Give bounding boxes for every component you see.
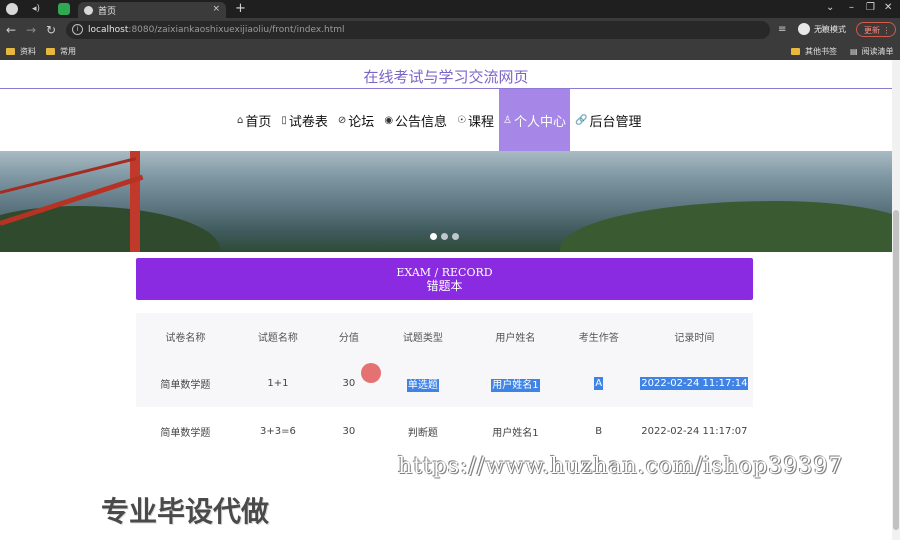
folder-icon [6,47,15,55]
table-row[interactable]: 简单数学题 1+1 30 单选题 用户姓名1 A 2022-02-24 11:1… [136,359,753,407]
site-info-icon[interactable]: i [72,24,83,35]
page-scrollbar[interactable] [892,60,900,540]
reading-list-icon[interactable]: ≡ [778,23,786,37]
new-tab-button[interactable]: + [235,1,246,16]
nav-home[interactable]: ⌂ 首页 [232,89,276,151]
minimize-button[interactable]: – [849,2,854,13]
nav-announcements[interactable]: ◉ 公告信息 [379,89,452,151]
column-header: 分值 [338,332,359,344]
selected-text: 单选题 [406,378,439,392]
main-nav: ⌂ 首页 ▯ 试卷表 ⊘ 论坛 ◉ 公告信息 ☉ 课程 ♙ 个人中心 🔗 后台管理 [232,89,647,151]
site-title: 在线考试与学习交流网页 [363,68,529,86]
carousel-dot[interactable] [452,233,459,240]
nav-forum[interactable]: ⊘ 论坛 [333,89,379,151]
table-cell: 用户姓名1 [469,407,562,455]
scrollbar-thumb[interactable] [893,210,899,530]
bridge-tower [130,151,140,252]
tab-search-icon[interactable]: ⌄ [826,2,834,13]
globe-icon [84,5,93,15]
selected-text: A [594,376,604,390]
forward-arrow-icon[interactable]: → [26,23,36,37]
user-icon: ♙ [503,114,513,126]
forum-icon: ⊘ [337,114,347,126]
incognito-profile[interactable]: 无痕模式 [798,23,846,35]
incognito-icon [798,23,810,35]
promo-text: 专业毕设代做 [101,495,270,528]
section-header: EXAM / RECORD 错题本 [136,258,753,300]
carousel-dot[interactable] [441,233,448,240]
bookmark-folder-other[interactable]: 其他书签 [791,45,837,57]
nav-personal-center[interactable]: ♙ 个人中心 [499,89,571,151]
folder-icon [791,47,800,55]
tab-title: 首页 [98,6,117,17]
wrong-answer-table: 试卷名称 试题名称 分值 试题类型 用户姓名 考生作答 记录时间 简单数学题 1… [136,313,753,455]
reload-icon[interactable]: ↻ [46,23,56,37]
folder-icon [46,47,55,55]
table-cell: 单选题 [377,359,470,407]
table-cell: 用户姓名1 [469,359,562,407]
table-cell: B [561,407,636,455]
paper-icon: ▯ [281,114,287,126]
nav-admin[interactable]: 🔗 后台管理 [570,89,646,151]
browser-tab-bar: ◂) 首页 × + ⌄ – ❐ ✕ [0,0,900,18]
banner-shrubs [560,201,892,252]
reading-list-button[interactable]: ▤ 阅读清单 [850,45,894,57]
update-button[interactable]: 更新 ⋮ [856,22,896,37]
announcement-icon: ◉ [384,114,394,126]
web-page: 在线考试与学习交流网页 ⌂ 首页 ▯ 试卷表 ⊘ 论坛 ◉ 公告信息 ☉ 课程 ♙ 个人中心… [0,60,892,540]
column-header: 试题类型 [402,332,443,344]
address-bar[interactable]: i localhost:8080/zaixiankaoshixuexijiaol… [66,21,828,39]
table-row[interactable]: 简单数学题 3+3=6 30 判断题 用户姓名1 B 2022-02-24 11… [136,407,753,455]
table-cell: 2022-02-24 11:17:14 [636,359,753,407]
close-window-button[interactable]: ✕ [884,2,892,13]
column-header: 试题名称 [257,332,298,344]
selected-text: 2022-02-24 11:17:14 [640,376,749,390]
table-header-row: 试卷名称 试题名称 分值 试题类型 用户姓名 考生作答 记录时间 [136,313,753,359]
pinned-tab-media-icon[interactable]: ◂) [32,3,44,15]
mouse-cursor-highlight [361,363,381,383]
table-cell: A [562,359,636,407]
browser-toolbar: ← → ↻ i localhost:8080/zaixiankaoshixuex… [0,18,900,42]
bookmarks-bar: 资料 常用 其他书签 ▤ 阅读清单 [0,42,900,60]
back-arrow-icon[interactable]: ← [6,23,16,37]
table-cell: 判断题 [376,407,470,455]
selected-text: 用户姓名1 [491,378,540,392]
table-cell: 3+3=6 [234,407,322,455]
tab-active[interactable]: 首页 × [78,2,226,18]
carousel-indicators [430,233,459,240]
section-title-zh: 错题本 [426,279,463,293]
column-header: 试卷名称 [165,332,206,344]
table-cell: 30 [321,407,377,455]
nav-courses[interactable]: ☉ 课程 [452,89,499,151]
table-cell: 1+1 [267,377,289,389]
column-header: 用户姓名 [495,332,536,344]
maximize-button[interactable]: ❐ [866,2,875,13]
course-icon: ☉ [457,114,467,126]
column-header: 考生作答 [578,332,619,344]
bookmark-folder-changyong[interactable]: 常用 [46,45,76,57]
nav-papers[interactable]: ▯ 试卷表 [276,89,333,151]
carousel-banner[interactable] [0,151,892,252]
column-header: 记录时间 [674,332,715,344]
section-title-en: EXAM / RECORD [396,266,493,279]
bookmark-folder-ziliao[interactable]: 资料 [6,45,36,57]
home-icon: ⌂ [237,114,244,126]
watermark-url: https://www.huzhan.com/ishop39397 [398,454,844,479]
table-cell: 2022-02-24 11:17:07 [635,407,753,455]
pinned-tab-sheets-icon[interactable] [58,3,70,15]
url-text[interactable]: localhost:8080/zaixiankaoshixuexijiaoliu… [88,23,345,37]
link-icon: 🔗 [575,114,588,126]
tab-close-icon[interactable]: × [212,4,220,14]
table-cell: 简单数学题 [160,379,211,391]
table-cell: 简单数学题 [136,407,235,455]
carousel-dot[interactable] [430,233,437,240]
reading-list-icon: ▤ [850,46,858,56]
pinned-tab-icon[interactable] [6,3,18,15]
